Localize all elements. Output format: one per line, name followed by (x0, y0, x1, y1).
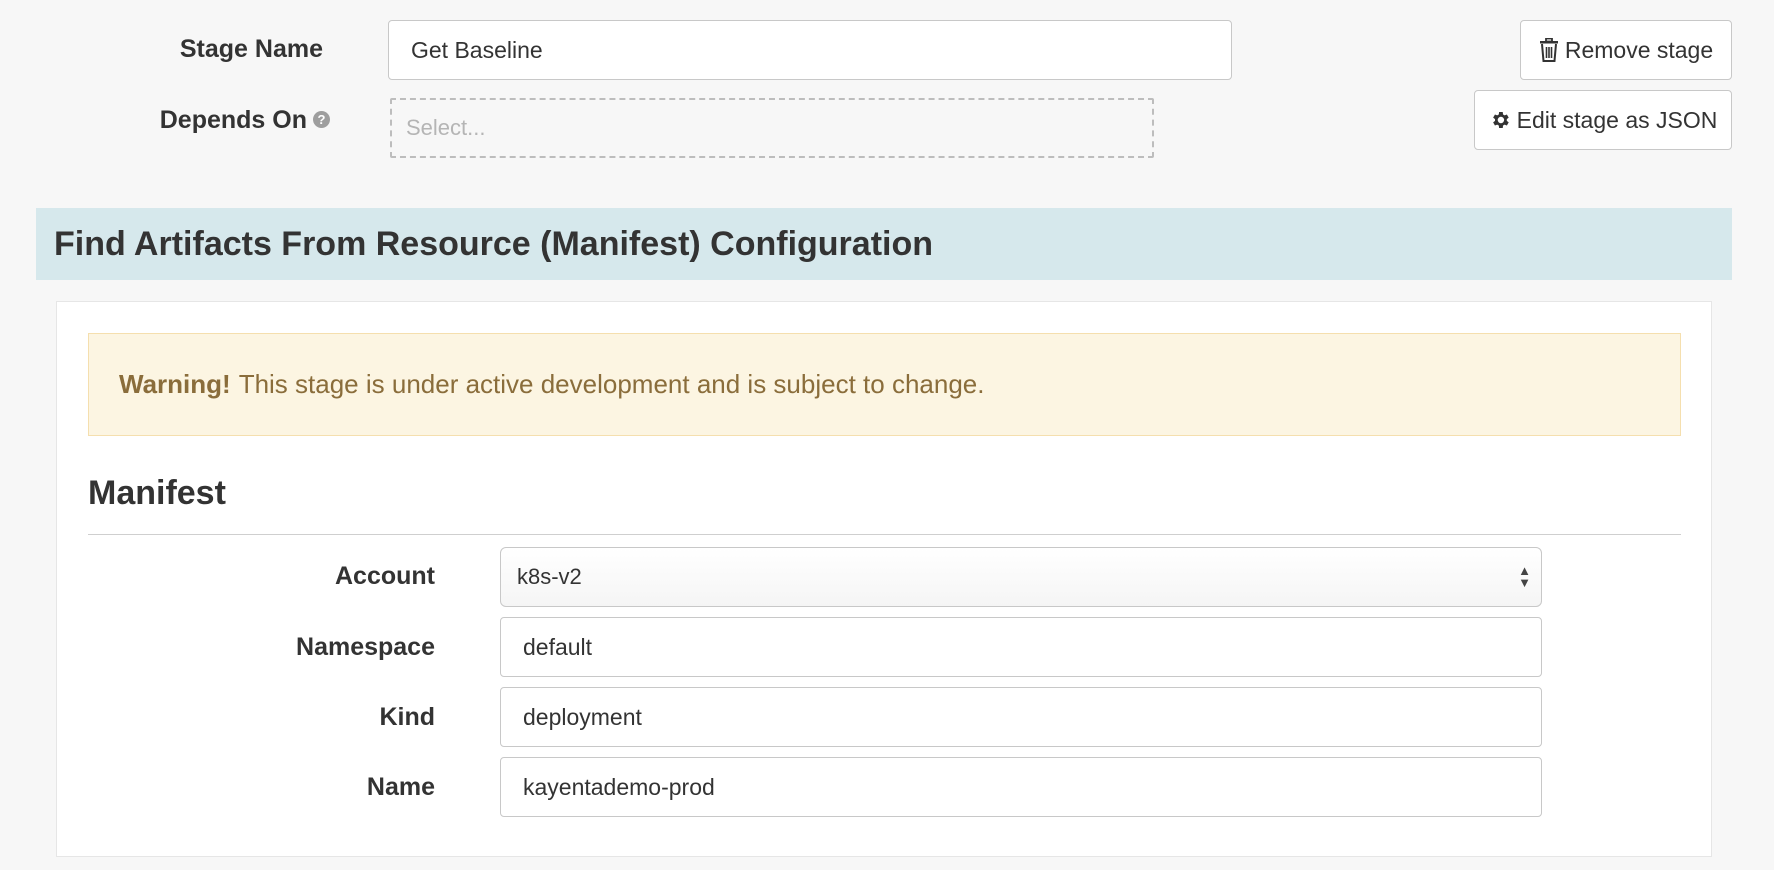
stage-name-input[interactable]: Get Baseline (388, 20, 1232, 80)
namespace-label: Namespace (296, 633, 435, 661)
name-value: kayentademo-prod (523, 773, 715, 800)
up-down-arrows-icon: ▲ ▼ (1518, 563, 1531, 590)
warning-strong: Warning! (119, 369, 231, 399)
section-header: Find Artifacts From Resource (Manifest) … (36, 208, 1732, 280)
remove-stage-button[interactable]: Remove stage (1520, 20, 1732, 80)
remove-stage-label: Remove stage (1564, 36, 1714, 63)
depends-on-label: Depends On? (0, 91, 330, 149)
trash-icon (1539, 38, 1559, 62)
kind-value: deployment (523, 703, 642, 730)
depends-on-text: Depends On (159, 106, 307, 134)
name-input[interactable]: kayentademo-prod (500, 757, 1542, 817)
stage-name-label: Stage Name (179, 35, 323, 63)
name-label: Name (366, 773, 435, 801)
edit-stage-json-button[interactable]: Edit stage as JSON (1474, 90, 1732, 150)
help-icon[interactable]: ? (313, 110, 330, 128)
account-value: k8s-v2 (517, 564, 582, 589)
section-title: Find Artifacts From Resource (Manifest) … (54, 224, 934, 263)
account-select[interactable]: k8s-v2 ▲ ▼ (500, 547, 1542, 607)
manifest-divider (88, 534, 1681, 535)
kind-input[interactable]: deployment (500, 687, 1542, 747)
edit-stage-json-label: Edit stage as JSON (1516, 106, 1718, 133)
depends-on-placeholder: Select... (406, 115, 486, 140)
namespace-input[interactable]: default (500, 617, 1542, 677)
account-label: Account (335, 562, 435, 590)
depends-on-select[interactable]: Select... (390, 98, 1154, 158)
manifest-title: Manifest (88, 474, 226, 512)
kind-label: Kind (379, 703, 435, 731)
warning-text: This stage is under active development a… (238, 369, 985, 399)
warning-alert: Warning! This stage is under active deve… (88, 333, 1681, 436)
namespace-value: default (523, 633, 593, 660)
stage-name-value: Get Baseline (411, 36, 543, 63)
gear-icon (1489, 109, 1511, 131)
